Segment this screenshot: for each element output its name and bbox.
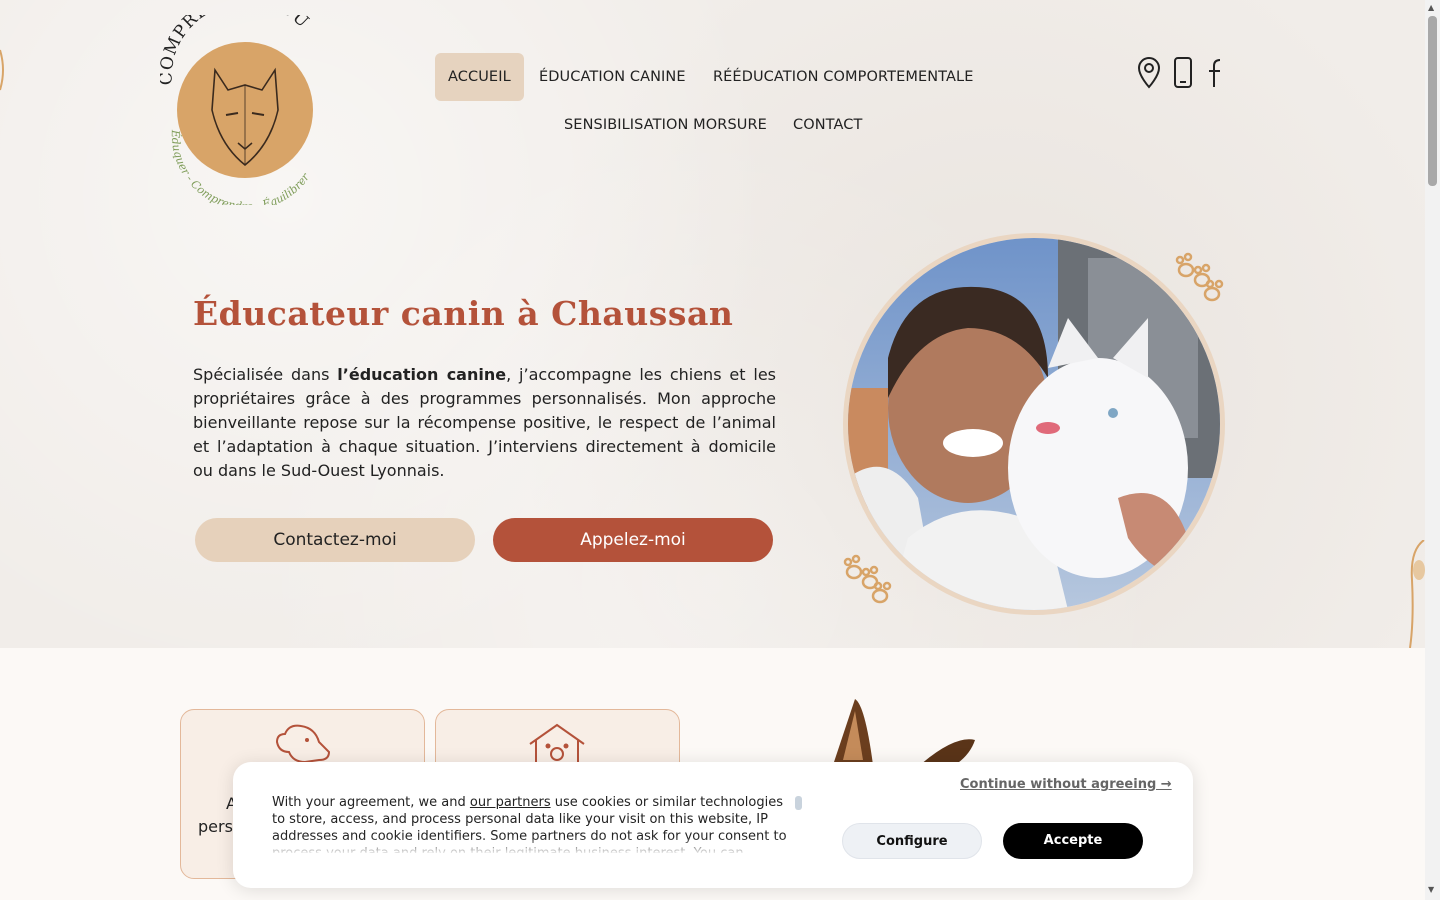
scrollbar-thumb[interactable]: [1428, 16, 1437, 186]
decorative-dog-tail: [0, 49, 4, 91]
nav-accueil[interactable]: ACCUEIL: [435, 53, 524, 101]
cookie-text-scrollbar[interactable]: [795, 796, 802, 810]
card-text-partial: pers: [198, 817, 233, 836]
accept-button[interactable]: Accepte: [1003, 823, 1143, 859]
paw-prints-icon: [1175, 252, 1224, 302]
nav-reeducation-comportementale[interactable]: RÉÉDUCATION COMPORTEMENTALE: [700, 53, 986, 101]
location-pin-icon[interactable]: [1136, 56, 1162, 90]
contact-me-button[interactable]: Contactez-moi: [195, 518, 475, 562]
nav-education-canine[interactable]: ÉDUCATION CANINE: [526, 53, 699, 101]
page-scrollbar[interactable]: ▲ ▼: [1425, 0, 1440, 900]
header-icons: [1136, 56, 1230, 90]
hero-title: Éducateur canin à Chaussan: [193, 294, 734, 333]
nav-sensibilisation-morsure[interactable]: SENSIBILISATION MORSURE: [551, 101, 780, 149]
hero-text-bold: l’éducation canine: [337, 365, 507, 384]
hero-text-part: Spécialisée dans: [193, 365, 338, 384]
configure-button[interactable]: Configure: [842, 823, 982, 859]
paw-prints-icon: [843, 554, 892, 604]
scroll-up-arrow-icon[interactable]: ▲: [1428, 4, 1434, 12]
decorative-dog-paw: [1409, 540, 1425, 648]
hero-description: Spécialisée dans l’éducation canine, j’a…: [193, 363, 776, 483]
call-me-button[interactable]: Appelez-moi: [493, 518, 773, 562]
cookie-text-fade: [272, 837, 794, 855]
mobile-phone-icon[interactable]: [1170, 56, 1196, 90]
facebook-icon[interactable]: [1204, 56, 1230, 90]
educator-with-dog-photo: [843, 233, 1225, 615]
continue-without-agreeing-link[interactable]: Continue without agreeing →: [960, 777, 1172, 792]
scroll-down-arrow-icon[interactable]: ▼: [1428, 886, 1434, 894]
cookie-text-part: With your agreement, we and: [272, 795, 470, 810]
our-partners-link[interactable]: our partners: [470, 795, 551, 810]
logo[interactable]: COMPRENTOUTOU Éduquer - Comprendre - Équ…: [157, 0, 330, 213]
dog-ears-image: [833, 699, 975, 765]
cookie-consent-banner: Continue without agreeing → With your ag…: [233, 762, 1193, 888]
nav-contact[interactable]: CONTACT: [780, 101, 875, 149]
